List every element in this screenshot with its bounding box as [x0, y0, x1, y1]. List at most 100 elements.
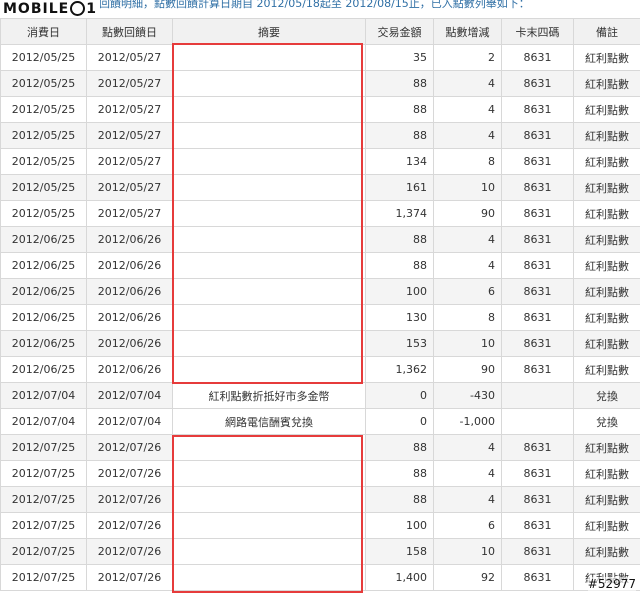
cell-amount: 130	[365, 304, 434, 331]
cell-amount: 161	[365, 174, 434, 201]
cell-note: 紅利點數	[573, 538, 640, 565]
cell-note: 紅利點數	[573, 304, 640, 331]
col-header-feedback-date: 點數回饋日	[86, 18, 173, 45]
cell-date: 2012/06/25	[0, 278, 87, 305]
cell-points: 4	[433, 486, 502, 513]
cell-date: 2012/05/25	[0, 96, 87, 123]
cell-feedback-date: 2012/07/26	[86, 564, 173, 591]
cell-date: 2012/07/25	[0, 434, 87, 461]
cell-feedback-date: 2012/06/26	[86, 304, 173, 331]
cell-amount: 1,374	[365, 200, 434, 227]
cell-amount: 35	[365, 44, 434, 71]
cell-points: 10	[433, 330, 502, 357]
col-header-card-last4: 卡末四碼	[501, 18, 574, 45]
cell-feedback-date: 2012/05/27	[86, 200, 173, 227]
table-header-row: 消費日 點數回饋日 摘要 交易金額 點數增減 卡末四碼 備註	[0, 18, 640, 45]
cell-amount: 88	[365, 434, 434, 461]
cell-feedback-date: 2012/06/26	[86, 252, 173, 279]
cell-amount: 88	[365, 122, 434, 149]
cell-points: 10	[433, 538, 502, 565]
cell-summary: 紅利點數折抵好市多金幣	[172, 382, 366, 409]
cell-date: 2012/06/25	[0, 330, 87, 357]
col-header-note: 備註	[573, 18, 640, 45]
col-header-amount: 交易金額	[365, 18, 434, 45]
cell-points: 4	[433, 122, 502, 149]
mobile01-logo: MOBILE 1	[0, 0, 100, 18]
cell-card-last4: 8631	[501, 252, 574, 279]
cell-feedback-date: 2012/05/27	[86, 174, 173, 201]
cell-card-last4: 8631	[501, 122, 574, 149]
cell-date: 2012/05/25	[0, 200, 87, 227]
cell-amount: 153	[365, 330, 434, 357]
cell-note: 紅利點數	[573, 200, 640, 227]
cell-date: 2012/05/25	[0, 122, 87, 149]
cell-points: 6	[433, 278, 502, 305]
cell-card-last4: 8631	[501, 44, 574, 71]
cell-note: 兌換	[573, 382, 640, 409]
cell-amount: 158	[365, 538, 434, 565]
cell-date: 2012/07/25	[0, 486, 87, 513]
cell-note: 紅利點數	[573, 486, 640, 513]
cell-amount: 1,362	[365, 356, 434, 383]
cell-amount: 100	[365, 278, 434, 305]
cell-points: -1,000	[433, 408, 502, 435]
cell-feedback-date: 2012/07/26	[86, 486, 173, 513]
cell-note: 紅利點數	[573, 434, 640, 461]
cell-points: 90	[433, 200, 502, 227]
cell-date: 2012/06/25	[0, 252, 87, 279]
cell-points: 4	[433, 252, 502, 279]
cell-points: 4	[433, 70, 502, 97]
cell-card-last4	[501, 382, 574, 409]
cell-note: 紅利點數	[573, 174, 640, 201]
cell-points: -430	[433, 382, 502, 409]
cell-feedback-date: 2012/06/26	[86, 356, 173, 383]
cell-summary: 網路電信酬賓兌換	[172, 408, 366, 435]
cell-feedback-date: 2012/05/27	[86, 96, 173, 123]
cell-note: 紅利點數	[573, 330, 640, 357]
cell-feedback-date: 2012/05/27	[86, 148, 173, 175]
cell-note: 紅利點數	[573, 44, 640, 71]
cell-note: 紅利點數	[573, 460, 640, 487]
cell-date: 2012/07/25	[0, 564, 87, 591]
col-header-summary: 摘要	[172, 18, 366, 45]
cell-date: 2012/07/04	[0, 382, 87, 409]
cell-points: 8	[433, 304, 502, 331]
cell-points: 8	[433, 148, 502, 175]
cell-date: 2012/07/25	[0, 460, 87, 487]
cell-card-last4	[501, 408, 574, 435]
cell-points: 2	[433, 44, 502, 71]
cell-card-last4: 8631	[501, 356, 574, 383]
cell-note: 紅利點數	[573, 512, 640, 539]
cell-amount: 100	[365, 512, 434, 539]
cell-feedback-date: 2012/07/04	[86, 382, 173, 409]
cell-amount: 88	[365, 460, 434, 487]
redaction-box-top	[172, 43, 363, 384]
cell-date: 2012/07/25	[0, 538, 87, 565]
cell-amount: 1,400	[365, 564, 434, 591]
cell-feedback-date: 2012/06/26	[86, 330, 173, 357]
cell-note: 紅利點數	[573, 70, 640, 97]
cell-feedback-date: 2012/05/27	[86, 122, 173, 149]
cell-card-last4: 8631	[501, 434, 574, 461]
cell-date: 2012/07/25	[0, 512, 87, 539]
cell-points: 6	[433, 512, 502, 539]
cell-note: 紅利點數	[573, 226, 640, 253]
cell-points: 4	[433, 226, 502, 253]
cell-feedback-date: 2012/06/26	[86, 226, 173, 253]
cell-card-last4: 8631	[501, 278, 574, 305]
cell-date: 2012/05/25	[0, 70, 87, 97]
cell-amount: 88	[365, 486, 434, 513]
cell-note: 紅利點數	[573, 356, 640, 383]
cell-amount: 0	[365, 382, 434, 409]
cell-points: 90	[433, 356, 502, 383]
cell-amount: 88	[365, 70, 434, 97]
cell-note: 紅利點數	[573, 96, 640, 123]
cell-points: 92	[433, 564, 502, 591]
col-header-points: 點數增減	[433, 18, 502, 45]
cell-card-last4: 8631	[501, 486, 574, 513]
cell-date: 2012/05/25	[0, 148, 87, 175]
cell-date: 2012/05/25	[0, 44, 87, 71]
cell-card-last4: 8631	[501, 460, 574, 487]
cell-card-last4: 8631	[501, 200, 574, 227]
cell-date: 2012/06/25	[0, 356, 87, 383]
